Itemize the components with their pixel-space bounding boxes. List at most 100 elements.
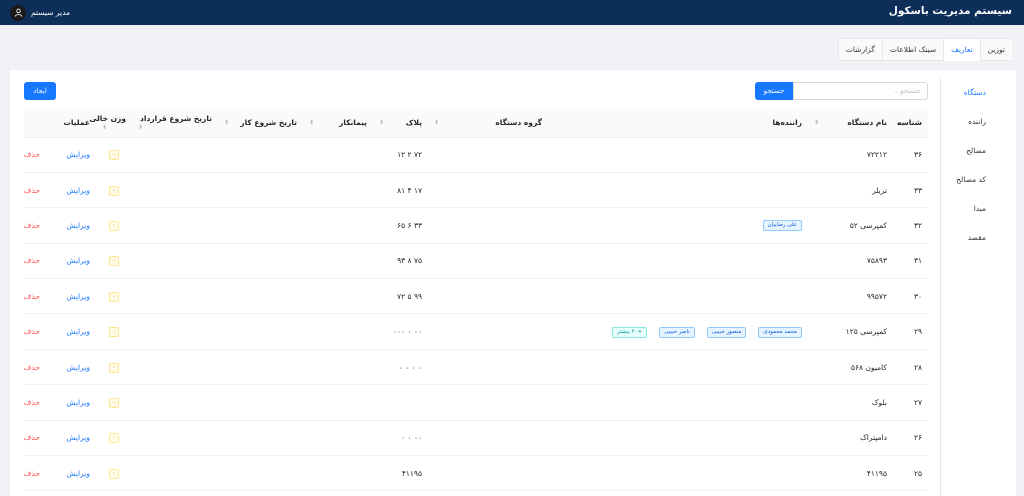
table-row: ۳۰ ۹۹۵۷۲ ۹۹ ۵ ۷۲ ۰ ویرایش حذف bbox=[24, 278, 928, 315]
sort-icon[interactable]: ⬍ bbox=[138, 124, 143, 131]
table-row: ۲۹ کمپرسی ۱۲۵ محمد محمودی منصور حبیبی ناصر… bbox=[24, 313, 928, 350]
cell-plate: ۹۹ ۵ ۷۲ bbox=[373, 278, 428, 315]
sidebar-item-material-code[interactable]: کد مصالح bbox=[941, 165, 1016, 194]
edit-link[interactable]: ویرایش bbox=[66, 292, 90, 301]
delete-link[interactable]: حذف bbox=[24, 433, 40, 442]
cell-id: ۳۱ bbox=[893, 243, 928, 280]
cell-drivers bbox=[548, 137, 808, 173]
more-drivers-tag[interactable]: +۲۰ بیشتر bbox=[612, 326, 648, 338]
cell-plate: ۳۳ ۶ ۶۵ bbox=[373, 207, 428, 244]
col-work-start[interactable]: تاریخ شروع کار ⬍ bbox=[218, 108, 303, 138]
cell-contractor bbox=[303, 349, 373, 386]
cell-contract-start bbox=[132, 455, 218, 492]
sort-icon[interactable]: ⬍ bbox=[814, 119, 819, 126]
cell-empty-weight: ۰ bbox=[96, 207, 132, 244]
edit-link[interactable]: ویرایش bbox=[66, 327, 90, 336]
cell-plate: ۰۰ ۰ ۰ bbox=[373, 420, 428, 457]
edit-link[interactable]: ویرایش bbox=[66, 186, 90, 195]
cell-drivers bbox=[548, 384, 808, 421]
delete-link[interactable]: حذف bbox=[24, 221, 40, 230]
sidebar-item-destination[interactable]: مقصد bbox=[941, 223, 1016, 252]
cell-contractor bbox=[303, 278, 373, 315]
cell-drivers bbox=[548, 172, 808, 209]
sidebar-item-driver[interactable]: راننده bbox=[941, 107, 1016, 136]
sidebar-item-device[interactable]: دستگاه bbox=[941, 78, 1016, 107]
tab-reports[interactable]: گزارشات bbox=[837, 38, 883, 61]
search-button[interactable]: جستجو bbox=[755, 82, 793, 100]
delete-link[interactable]: حذف bbox=[24, 292, 40, 301]
table-row: ۳۱ ۷۵۸۹۳ ۷۵ ۸ ۹۳ ۰ ویرایش حذف bbox=[24, 243, 928, 280]
cell-drivers bbox=[548, 349, 808, 386]
col-actions: عملیات bbox=[24, 108, 96, 138]
tab-data-sync[interactable]: سینک اطلاعات bbox=[882, 38, 945, 61]
edit-link[interactable]: ویرایش bbox=[66, 256, 90, 265]
edit-link[interactable]: ویرایش bbox=[66, 363, 90, 372]
sidebar-item-materials[interactable]: مصالح bbox=[941, 136, 1016, 165]
col-empty-weight[interactable]: وزن خالی ⬍ bbox=[89, 108, 132, 138]
top-bar: سیستم مدیریت باسکول مدیر سیستم bbox=[0, 0, 1024, 25]
weight-badge: ۰ bbox=[109, 327, 119, 338]
delete-link[interactable]: حذف bbox=[24, 398, 40, 407]
cell-contract-start bbox=[132, 420, 218, 457]
cell-actions: ویرایش حذف bbox=[24, 137, 96, 173]
cell-device-group bbox=[428, 420, 548, 457]
create-button[interactable]: ایجاد bbox=[24, 82, 56, 100]
cell-device-name: کامیون ۵۶۸ bbox=[808, 349, 893, 386]
table-header-row: شناسه نام دستگاه ⬍ راننده‌ها گروه دستگاه ⬍… bbox=[24, 108, 928, 138]
cell-actions: ویرایش حذف bbox=[24, 420, 96, 457]
cell-actions: ویرایش حذف bbox=[24, 313, 96, 350]
tab-weighing[interactable]: توزین bbox=[980, 38, 1012, 61]
cell-device-group bbox=[428, 137, 548, 173]
sort-icon[interactable]: ⬍ bbox=[434, 119, 439, 126]
col-contractor[interactable]: پیمانکار ⬍ bbox=[303, 108, 373, 138]
cell-empty-weight: ۰ bbox=[96, 420, 132, 457]
cell-device-group bbox=[428, 313, 548, 350]
cell-id: ۳۳ bbox=[893, 172, 928, 209]
cell-device-name: دامپتراک bbox=[808, 420, 893, 457]
cell-id: ۳۶ bbox=[893, 137, 928, 173]
delete-link[interactable]: حذف bbox=[24, 363, 40, 372]
cell-work-start bbox=[218, 455, 303, 492]
table-row: ۳۲ کمپرسی ۵۲ علی رضاییان ۳۳ ۶ ۶۵ ۰ ویرای… bbox=[24, 207, 928, 244]
weight-badge: ۰ bbox=[109, 185, 119, 196]
sort-icon[interactable]: ⬍ bbox=[379, 119, 384, 126]
driver-tag: علی رضاییان bbox=[762, 220, 802, 232]
sort-icon[interactable]: ⬍ bbox=[102, 124, 107, 131]
app-title: سیستم مدیریت باسکول bbox=[888, 5, 1012, 17]
cell-device-group bbox=[428, 384, 548, 421]
cell-contractor bbox=[303, 384, 373, 421]
edit-link[interactable]: ویرایش bbox=[66, 469, 90, 478]
col-plate[interactable]: پلاک ⬍ bbox=[373, 108, 428, 138]
toolbar: جستجو ایجاد bbox=[24, 82, 928, 100]
col-drivers: راننده‌ها bbox=[548, 108, 808, 138]
cell-device-name: بلوک bbox=[808, 384, 893, 421]
edit-link[interactable]: ویرایش bbox=[66, 398, 90, 407]
cell-empty-weight: ۰ bbox=[96, 172, 132, 209]
cell-empty-weight: ۰ bbox=[96, 349, 132, 386]
user-icon bbox=[10, 4, 26, 21]
edit-link[interactable]: ویرایش bbox=[66, 433, 90, 442]
col-device-name[interactable]: نام دستگاه ⬍ bbox=[808, 108, 893, 138]
delete-link[interactable]: حذف bbox=[24, 469, 40, 478]
sort-icon[interactable]: ⬍ bbox=[224, 119, 229, 126]
cell-empty-weight: ۰ bbox=[96, 278, 132, 315]
cell-empty-weight: ۰ bbox=[96, 243, 132, 280]
tab-definitions[interactable]: تعاریف bbox=[944, 38, 981, 61]
delete-link[interactable]: حذف bbox=[24, 150, 40, 159]
sort-icon[interactable]: ⬍ bbox=[309, 119, 314, 126]
cell-device-group bbox=[428, 455, 548, 492]
edit-link[interactable]: ویرایش bbox=[66, 150, 90, 159]
col-device-group[interactable]: گروه دستگاه ⬍ bbox=[428, 108, 548, 138]
delete-link[interactable]: حذف bbox=[24, 256, 40, 265]
cell-contractor bbox=[303, 420, 373, 457]
user-menu[interactable]: مدیر سیستم bbox=[10, 3, 70, 22]
search-input[interactable] bbox=[793, 82, 928, 100]
cell-contractor bbox=[303, 172, 373, 209]
delete-link[interactable]: حذف bbox=[24, 327, 40, 336]
col-contract-start[interactable]: تاریخ شروع قرارداد ⬍ bbox=[132, 108, 218, 138]
delete-link[interactable]: حذف bbox=[24, 186, 40, 195]
cell-contractor bbox=[303, 243, 373, 280]
sidebar-item-origin[interactable]: مبدا bbox=[941, 194, 1016, 223]
cell-device-group bbox=[428, 349, 548, 386]
edit-link[interactable]: ویرایش bbox=[66, 221, 90, 230]
